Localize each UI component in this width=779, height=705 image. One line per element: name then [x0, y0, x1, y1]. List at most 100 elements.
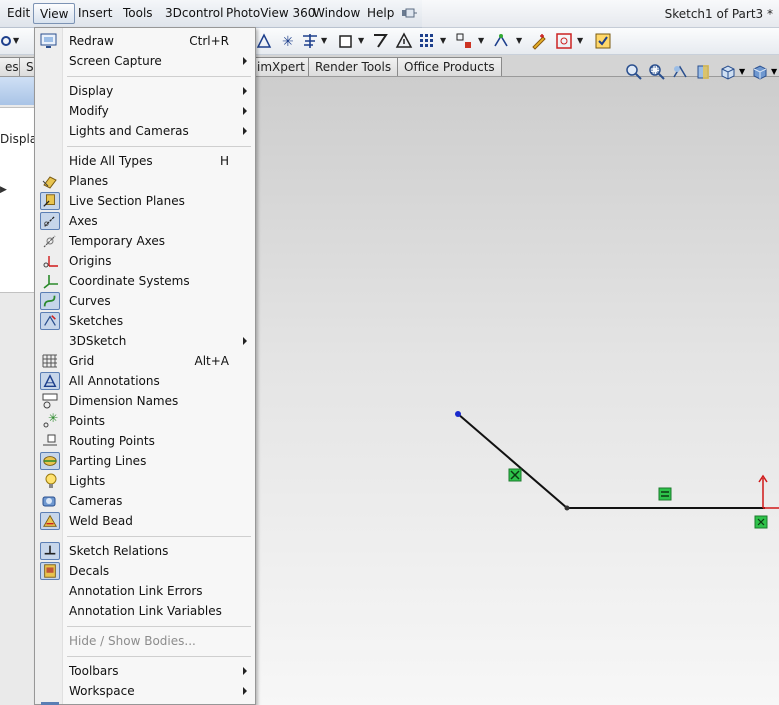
submenu-arrow-icon	[243, 337, 247, 345]
submenu-arrow-icon	[243, 57, 247, 65]
dropdown-icon[interactable]: ▼	[13, 36, 19, 45]
target-icon[interactable]	[555, 32, 573, 50]
submenu-arrow-icon	[243, 667, 247, 675]
axes-icon	[40, 212, 60, 230]
menu-item-annotation-link-errors[interactable]: Annotation Link Errors	[35, 581, 255, 601]
dropdown-icon[interactable]: ▼	[739, 67, 745, 76]
annotation-icon[interactable]	[255, 32, 273, 50]
menu-separator	[67, 626, 251, 627]
dropdown-icon[interactable]: ▼	[440, 36, 446, 45]
grid-pattern-icon[interactable]	[418, 32, 436, 50]
menu-item-lights[interactable]: Lights	[35, 471, 255, 491]
menu-item-lights-cameras[interactable]: Lights and Cameras	[35, 121, 255, 141]
dropdown-icon[interactable]: ▼	[321, 36, 327, 45]
menu-item-origins[interactable]: Origins	[35, 251, 255, 271]
coincident-relation-icon[interactable]	[754, 515, 768, 529]
origins-icon	[43, 256, 58, 268]
submenu-arrow-icon	[243, 127, 247, 135]
svg-text:✳: ✳	[282, 34, 294, 50]
menu-item-workspace[interactable]: Workspace	[35, 681, 255, 701]
snap-icon[interactable]	[455, 32, 473, 50]
menu-item-redraw[interactable]: Redraw Ctrl+R	[35, 31, 255, 51]
dropdown-icon[interactable]: ▼	[516, 36, 522, 45]
menu-item-3dsketch[interactable]: 3DSketch	[35, 331, 255, 351]
menu-3dcontrol[interactable]: 3Dcontrol	[165, 6, 223, 20]
menu-photoview[interactable]: PhotoView 360	[226, 6, 315, 20]
menu-item-curves[interactable]: Curves	[35, 291, 255, 311]
pin-icon[interactable]	[401, 6, 417, 20]
menu-item-annotation-link-variables[interactable]: Annotation Link Variables	[35, 601, 255, 621]
menu-item-axes[interactable]: Axes	[35, 211, 255, 231]
menu-item-hide-all-types[interactable]: Hide All Types H	[35, 151, 255, 171]
menu-item-toolbars[interactable]: Toolbars	[35, 661, 255, 681]
menu-item-coordinate-systems[interactable]: Coordinate Systems	[35, 271, 255, 291]
relation-icon[interactable]	[492, 32, 510, 50]
cameras-icon	[42, 496, 56, 507]
expand-arrow-icon[interactable]: ▶	[0, 185, 7, 195]
menu-item-parting-lines[interactable]: Parting Lines	[35, 451, 255, 471]
title-bar: Sketch1 of Part3 *	[422, 0, 779, 28]
curve-icon[interactable]	[372, 32, 390, 50]
menu-tools[interactable]: Tools	[123, 6, 153, 20]
menu-item-modify[interactable]: Modify	[35, 101, 255, 121]
horizontal-relation-icon[interactable]	[658, 487, 672, 501]
dropdown-icon[interactable]: ▼	[478, 36, 484, 45]
menu-item-all-annotations[interactable]: All Annotations	[35, 371, 255, 391]
display-label: Displa	[0, 132, 38, 146]
menu-insert[interactable]: Insert	[78, 6, 112, 20]
menu-item-planes[interactable]: Planes	[35, 171, 255, 191]
menu-separator	[67, 146, 251, 147]
svg-text:✳: ✳	[48, 412, 58, 425]
routing-points-icon	[43, 434, 57, 446]
checklist-icon[interactable]	[594, 32, 612, 50]
submenu-arrow-icon	[243, 687, 247, 695]
box-icon[interactable]	[337, 32, 355, 50]
menu-item-points[interactable]: ✳ Points	[35, 411, 255, 431]
menu-separator	[67, 536, 251, 537]
menu-item-grid[interactable]: Grid Alt+A	[35, 351, 255, 371]
menu-item-decals[interactable]: Decals	[35, 561, 255, 581]
sketch-vertex[interactable]	[564, 505, 570, 511]
menu-separator	[67, 656, 251, 657]
submenu-arrow-icon	[243, 87, 247, 95]
decals-icon	[40, 562, 60, 580]
all-annotations-icon	[40, 372, 60, 390]
temporary-axes-icon	[43, 235, 56, 248]
document-title: Sketch1 of Part3 *	[664, 7, 773, 21]
parting-lines-icon	[40, 452, 60, 470]
parallel-relation-icon[interactable]	[508, 468, 522, 482]
menu-item-screen-capture[interactable]: Screen Capture	[35, 51, 255, 71]
align-icon[interactable]	[301, 32, 319, 50]
menu-item-routing-points[interactable]: Routing Points	[35, 431, 255, 451]
menu-view[interactable]: View	[33, 3, 76, 24]
menu-item-hide-show-bodies: Hide / Show Bodies...	[69, 634, 196, 648]
menu-item-dimension-names[interactable]: Dimension Names	[35, 391, 255, 411]
warning-icon[interactable]	[395, 32, 413, 50]
menu-item-live-section-planes[interactable]: Live Section Planes	[35, 191, 255, 211]
view-menu: Redraw Ctrl+R Screen Capture Display Modi…	[34, 27, 256, 705]
menu-item-sketches[interactable]: Sketches	[35, 311, 255, 331]
dropdown-icon[interactable]: ▼	[358, 36, 364, 45]
menu-separator	[67, 76, 251, 77]
sketch-line-angled[interactable]	[457, 413, 568, 509]
sketches-icon	[40, 312, 60, 330]
asterisk-icon[interactable]: ✳	[278, 32, 296, 50]
menu-item-sketch-relations[interactable]: Sketch Relations	[35, 541, 255, 561]
menu-help[interactable]: Help	[367, 6, 394, 20]
dropdown-icon[interactable]: ▼	[771, 67, 777, 76]
menu-edit[interactable]: Edit	[7, 6, 30, 20]
sketch-relations-icon	[40, 542, 60, 560]
menu-item-weld-bead[interactable]: Weld Bead	[35, 511, 255, 531]
pencil-icon[interactable]	[530, 32, 548, 50]
origin-icon[interactable]	[758, 474, 779, 509]
menu-item-display[interactable]: Display	[35, 81, 255, 101]
weld-bead-icon	[40, 512, 60, 530]
sketch-endpoint[interactable]	[455, 411, 461, 417]
menu-item-cameras[interactable]: Cameras	[35, 491, 255, 511]
planes-icon	[42, 176, 57, 189]
menu-window[interactable]: Window	[313, 6, 360, 20]
live-section-planes-icon	[40, 192, 60, 210]
points-icon: ✳	[43, 412, 58, 428]
menu-item-temporary-axes[interactable]: Temporary Axes	[35, 231, 255, 251]
dropdown-icon[interactable]: ▼	[577, 36, 583, 45]
